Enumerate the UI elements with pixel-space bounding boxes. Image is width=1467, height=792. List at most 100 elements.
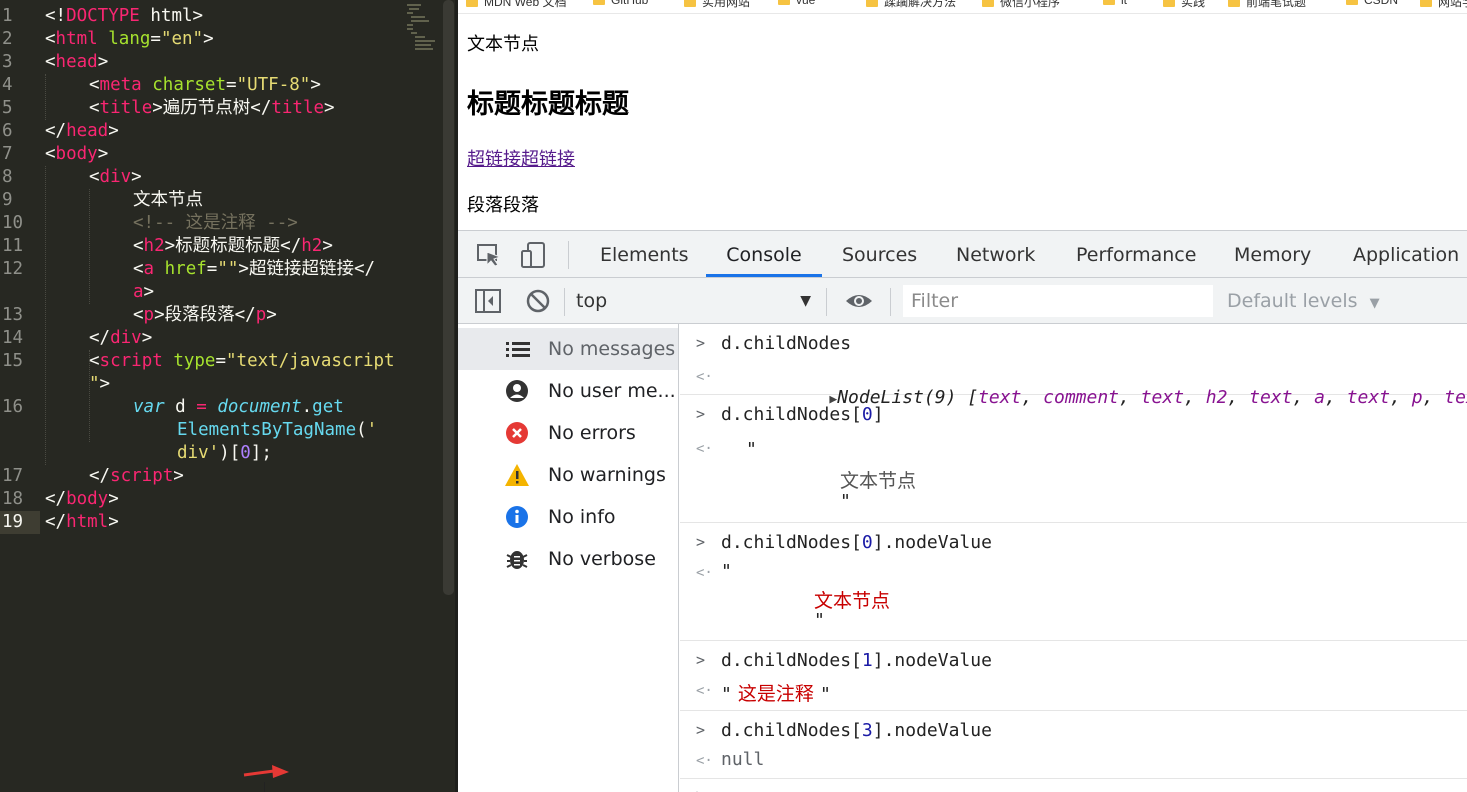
devtools-tabbar: Elements Console Sources Network Performance… [458, 231, 1467, 278]
code-token: div [110, 328, 142, 348]
bookmark-item[interactable]: CSDN [1346, 0, 1398, 7]
bookmark-item[interactable]: GitHub [593, 0, 648, 7]
sidebar-item-user[interactable]: No user me... [458, 370, 678, 412]
bookmark-label: MDN Web 文档 [484, 0, 567, 9]
annotation-arrow-icon [243, 765, 289, 778]
tab-network[interactable]: Network [956, 231, 1035, 277]
clear-console-icon[interactable] [524, 287, 554, 317]
line-number: 5 [2, 98, 13, 118]
code-token: = [226, 75, 237, 95]
code-token: > [99, 374, 111, 394]
page-heading: 标题标题标题 [467, 89, 629, 120]
code-line[interactable]: <body> [45, 143, 108, 166]
sidebar-item-bug[interactable]: No verbose [458, 538, 678, 580]
code-token: </ [250, 98, 272, 118]
tab-elements[interactable]: Elements [600, 231, 689, 277]
console-messages[interactable]: > d.childNodes <· ▶NodeList(9) [text, co… [680, 324, 1467, 792]
code-token: a [133, 282, 144, 302]
tab-application[interactable]: Application [1353, 231, 1459, 277]
minimap[interactable] [407, 2, 439, 54]
code-line[interactable]: a> [45, 281, 154, 304]
sidebar-item-error[interactable]: No errors [458, 412, 678, 454]
tab-sources[interactable]: Sources [842, 231, 917, 277]
code-token: type [173, 351, 216, 371]
code-line[interactable]: div')[0]; [45, 442, 272, 465]
sidebar-item-list[interactable]: No messages [458, 328, 678, 370]
sidebar-toggle-icon[interactable] [474, 287, 504, 317]
code-token: h2 [143, 236, 165, 256]
code-line[interactable]: <head> [45, 51, 108, 74]
code-token: 超链接超链接 [248, 259, 354, 279]
prompt-chevron-icon: > [696, 721, 706, 739]
bookmark-item[interactable]: vue [778, 0, 815, 7]
filter-input[interactable] [903, 285, 1213, 317]
code-token: > [97, 52, 109, 72]
code-line[interactable]: <title>遍历节点树</title> [45, 97, 335, 120]
code-line[interactable]: <a href="">超链接超链接</ [45, 258, 375, 281]
code-token: <! [45, 6, 67, 26]
bookmark-item[interactable]: MDN Web 文档 [466, 0, 566, 10]
folder-icon [866, 0, 878, 8]
code-line[interactable]: <div> [45, 166, 142, 189]
code-token: . [301, 397, 313, 417]
code-line[interactable]: <script type="text/javascript [45, 350, 395, 373]
code-line[interactable]: <p>段落段落</p> [45, 304, 277, 327]
code-line[interactable]: <meta charset="UTF-8"> [45, 74, 321, 97]
code-token: "" [217, 259, 239, 279]
bookmark-item[interactable]: it [1103, 0, 1127, 7]
code-token: lang [108, 29, 151, 49]
console-input: d.childNodes[0].nodeValue [721, 532, 992, 553]
code-line[interactable]: "> [45, 373, 110, 396]
bug-icon [505, 547, 531, 571]
code-line[interactable]: </script> [45, 465, 184, 488]
comment-result: " 这是注释 " [721, 683, 831, 705]
code-token: 遍历节点树 [162, 98, 251, 118]
info-icon [505, 505, 531, 529]
code-line[interactable]: <!DOCTYPE html> [45, 5, 203, 28]
code-token: meta [99, 75, 142, 95]
code-line[interactable]: </div> [45, 327, 152, 350]
code-line[interactable]: </html> [45, 511, 119, 534]
tab-console[interactable]: Console [706, 231, 822, 277]
code-token: title [99, 98, 153, 118]
page-text-node: 文本节点 [467, 34, 539, 55]
result-arrow-icon: <· [696, 369, 713, 385]
bookmark-item[interactable]: 微信小程序 [982, 0, 1060, 10]
page-paragraph: 段落段落 [467, 195, 539, 216]
sidebar-item-warning[interactable]: No warnings [458, 454, 678, 496]
result-quote: " [746, 439, 757, 460]
code-line[interactable]: <html lang="en"> [45, 28, 214, 51]
code-token: d [164, 397, 197, 417]
tab-memory[interactable]: Memory [1234, 231, 1311, 277]
live-expression-eye-icon[interactable] [844, 287, 874, 317]
context-select[interactable]: top ▼ [576, 287, 811, 315]
code-line[interactable]: </head> [45, 120, 119, 143]
tab-performance[interactable]: Performance [1076, 231, 1196, 277]
code-line[interactable]: <!-- 这是注释 --> [45, 212, 298, 235]
code-token: = [150, 29, 161, 49]
device-toolbar-icon[interactable] [519, 240, 549, 270]
prompt-chevron-icon: > [696, 405, 706, 423]
code-line[interactable]: 文本节点 [45, 189, 203, 212]
bookmark-item[interactable]: 蹂躏解决方法 [866, 0, 956, 10]
code-token: > [108, 512, 119, 532]
code-token: document [217, 397, 302, 417]
code-editor[interactable]: 1 <!DOCTYPE html> 2 <html lang="en"> 3 <head>… [0, 0, 458, 792]
inspect-element-icon[interactable] [474, 240, 504, 270]
code-line[interactable]: </body> [45, 488, 119, 511]
editor-scrollbar[interactable] [443, 0, 454, 595]
sidebar-item-info[interactable]: No info [458, 496, 678, 538]
code-token: div [99, 167, 132, 187]
page-link[interactable]: 超链接超链接 [467, 145, 575, 171]
result-arrow-icon: <· [696, 441, 713, 457]
log-levels-dropdown[interactable]: Default levels ▼ [1227, 287, 1380, 318]
bookmark-item[interactable]: 实践 [1163, 0, 1205, 10]
code-line[interactable]: ElementsByTagName(' [45, 419, 377, 442]
code-token: > [322, 236, 333, 256]
folder-icon [684, 0, 696, 8]
bookmark-item[interactable]: 网站学习 [1420, 0, 1467, 10]
code-token: )[ [219, 443, 241, 463]
bookmark-item[interactable]: 实用网站 [684, 0, 750, 10]
bookmark-item[interactable]: 前端笔试题 [1228, 0, 1306, 10]
